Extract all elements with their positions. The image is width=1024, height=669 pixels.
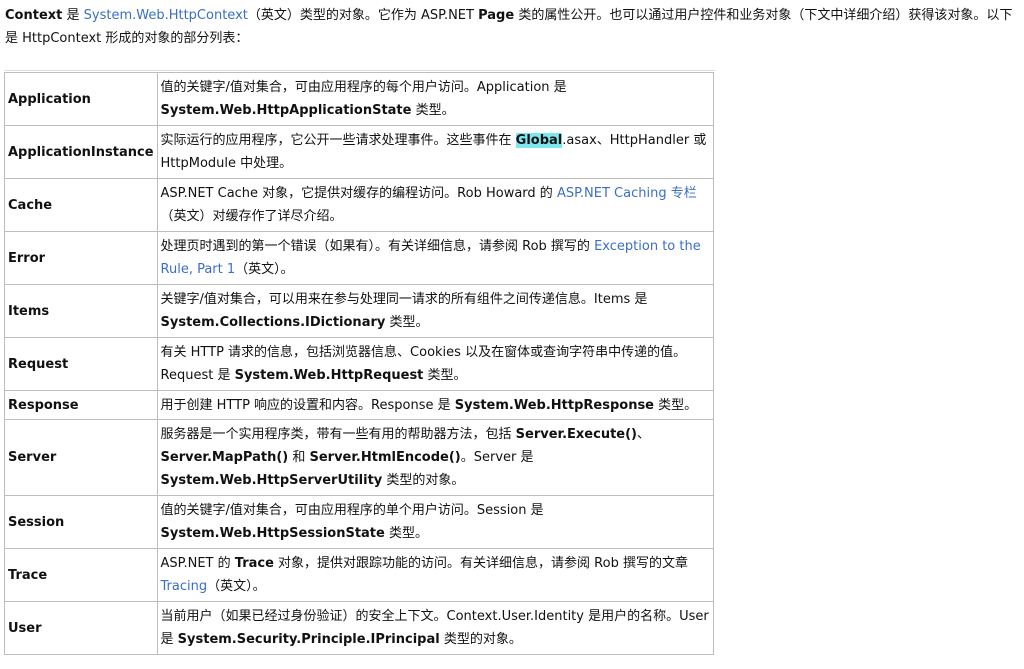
object-description: 处理页时遇到的第一个错误（如果有）。有关详细信息，请参阅 Rob 撰写的 Exc… <box>157 232 714 285</box>
description-text: 类型。 <box>411 103 455 118</box>
table-row: Trace ASP.NET 的 Trace 对象，提供对跟踪功能的访问。有关详细… <box>5 549 714 602</box>
description-text: 实际运行的应用程序，它公开一些请求处理事件。这些事件在 <box>160 133 516 148</box>
description-text: 和 <box>288 450 310 465</box>
object-description: 值的关键字/值对集合，可由应用程序的每个用户访问。Application 是 S… <box>157 73 714 126</box>
table-row: Application 值的关键字/值对集合，可由应用程序的每个用户访问。App… <box>5 73 714 126</box>
table-row: Request 有关 HTTP 请求的信息，包括浏览器信息、Cookies 以及… <box>5 338 714 391</box>
method-name: Server.Execute() <box>515 427 637 442</box>
object-name: Cache <box>5 179 158 232</box>
description-text: ASP.NET 的 <box>160 556 235 571</box>
caching-column-link[interactable]: ASP.NET Caching 专栏 <box>557 186 697 201</box>
description-text: 、 <box>637 427 651 442</box>
httpcontext-objects-table: Application 值的关键字/值对集合，可由应用程序的每个用户访问。App… <box>4 72 714 655</box>
object-description: 实际运行的应用程序，它公开一些请求处理事件。这些事件在 Global.asax、… <box>157 126 714 179</box>
description-text: （英文）对缓存作了详尽介绍。 <box>160 209 343 224</box>
page-term: Page <box>478 8 515 23</box>
type-name: System.Web.HttpRequest <box>234 368 424 383</box>
object-description: ASP.NET 的 Trace 对象，提供对跟踪功能的访问。有关详细信息，请参阅… <box>157 549 714 602</box>
object-name: ApplicationInstance <box>5 126 158 179</box>
table-row: Server 服务器是一个实用程序类，带有一些有用的帮助器方法，包括 Serve… <box>5 420 714 496</box>
description-text: 处理页时遇到的第一个错误（如果有）。有关详细信息，请参阅 Rob 撰写的 <box>160 239 595 254</box>
table-row: Error 处理页时遇到的第一个错误（如果有）。有关详细信息，请参阅 Rob 撰… <box>5 232 714 285</box>
description-text: 类型。 <box>385 315 429 330</box>
table-row: ApplicationInstance 实际运行的应用程序，它公开一些请求处理事… <box>5 126 714 179</box>
object-description: 用于创建 HTTP 响应的设置和内容。Response 是 System.Web… <box>157 391 714 420</box>
description-text: 服务器是一个实用程序类，带有一些有用的帮助器方法，包括 <box>160 427 516 442</box>
type-name: System.Collections.IDictionary <box>160 315 386 330</box>
description-text: 类型。 <box>384 526 428 541</box>
object-name: User <box>5 602 158 655</box>
type-name: Trace <box>234 556 274 571</box>
object-description: 关键字/值对集合，可以用来在参与处理同一请求的所有组件之间传递信息。Items … <box>157 285 714 338</box>
object-name: Items <box>5 285 158 338</box>
description-text: 类型的对象。 <box>382 473 465 488</box>
table-row: Response 用于创建 HTTP 响应的设置和内容。Response 是 S… <box>5 391 714 420</box>
description-text: （英文）。 <box>235 262 294 277</box>
table-top-rule <box>4 70 715 71</box>
context-term: Context <box>5 8 63 23</box>
type-name: System.Web.HttpApplicationState <box>160 103 412 118</box>
object-description: 值的关键字/值对集合，可由应用程序的单个用户访问。Session 是 Syste… <box>157 496 714 549</box>
description-text: 类型的对象。 <box>439 632 522 647</box>
description-text: 值的关键字/值对集合，可由应用程序的单个用户访问。Session 是 <box>160 503 544 518</box>
description-text: 类型。 <box>423 368 467 383</box>
object-name: Session <box>5 496 158 549</box>
httpcontext-link[interactable]: System.Web.HttpContext <box>84 8 248 23</box>
type-name: System.Web.HttpServerUtility <box>160 473 383 488</box>
tracing-article-link[interactable]: Tracing <box>161 579 208 594</box>
table-row: Session 值的关键字/值对集合，可由应用程序的单个用户访问。Session… <box>5 496 714 549</box>
highlighted-term: Global <box>515 133 563 148</box>
description-text: 。Server 是 <box>460 450 534 465</box>
object-description: 有关 HTTP 请求的信息，包括浏览器信息、Cookies 以及在窗体或查询字符… <box>157 338 714 391</box>
object-name: Request <box>5 338 158 391</box>
object-description: ASP.NET Cache 对象，它提供对缓存的编程访问。Rob Howard … <box>157 179 714 232</box>
object-name: Error <box>5 232 158 285</box>
description-text: 用于创建 HTTP 响应的设置和内容。Response 是 <box>160 397 455 413</box>
description-text: 类型。 <box>654 397 698 413</box>
object-name: Trace <box>5 549 158 602</box>
object-name: Application <box>5 73 158 126</box>
table-row: Items 关键字/值对集合，可以用来在参与处理同一请求的所有组件之间传递信息。… <box>5 285 714 338</box>
intro-text: （英文）类型的对象。它作为 ASP.NET <box>247 8 479 23</box>
type-name: System.Web.HttpSessionState <box>160 526 385 541</box>
intro-text: 是 <box>62 8 84 23</box>
table-row: Cache ASP.NET Cache 对象，它提供对缓存的编程访问。Rob H… <box>5 179 714 232</box>
object-name: Response <box>5 391 158 420</box>
description-text: 关键字/值对集合，可以用来在参与处理同一请求的所有组件之间传递信息。Items … <box>160 292 648 307</box>
description-text: （英文）。 <box>207 579 266 594</box>
object-description: 服务器是一个实用程序类，带有一些有用的帮助器方法，包括 Server.Execu… <box>157 420 714 496</box>
type-name: System.Security.Principle.IPrincipal <box>177 632 440 647</box>
method-name: Server.MapPath() <box>160 450 289 465</box>
object-name: Server <box>5 420 158 496</box>
type-name: System.Web.HttpResponse <box>454 397 655 413</box>
method-name: Server.HtmlEncode() <box>309 450 461 465</box>
description-text: 对象，提供对跟踪功能的访问。有关详细信息，请参阅 Rob 撰写的文章 <box>273 556 688 571</box>
table-row: User 当前用户（如果已经过身份验证）的安全上下文。Context.User.… <box>5 602 714 655</box>
intro-paragraph: Context 是 System.Web.HttpContext（英文）类型的对… <box>5 4 1019 50</box>
object-description: 当前用户（如果已经过身份验证）的安全上下文。Context.User.Ident… <box>157 602 714 655</box>
description-text: ASP.NET Cache 对象，它提供对缓存的编程访问。Rob Howard … <box>160 186 557 201</box>
description-text: 值的关键字/值对集合，可由应用程序的每个用户访问。Application 是 <box>160 80 567 95</box>
